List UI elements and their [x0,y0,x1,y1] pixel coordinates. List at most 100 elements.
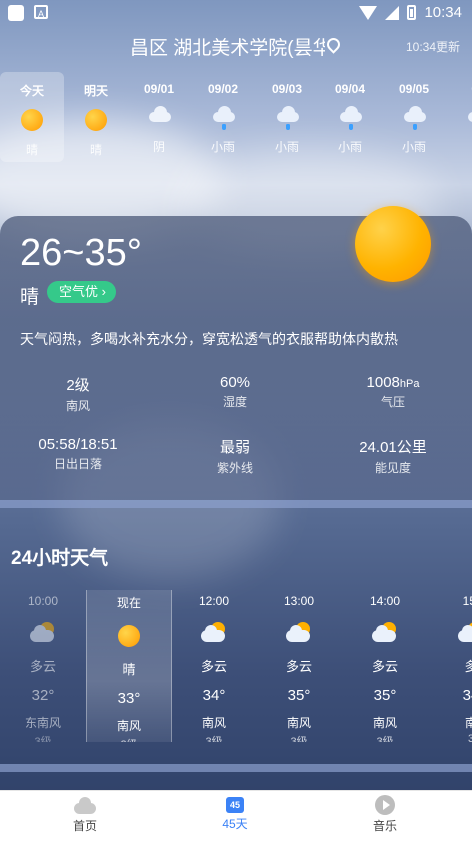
sun-icon [118,625,140,647]
day-label: 09/01 [143,82,175,96]
day-weather: 晴 [25,143,38,157]
signal-icon [385,5,400,20]
day-item[interactable]: 明天 晴 [64,72,128,162]
hourly-forecast-strip[interactable]: 10:00 多云 32° 东南风 3级 现在 晴 33° 南风 2级 12:00… [0,590,472,742]
hour-item: 12:00 多云 34° 南风 3级 [171,590,257,742]
hour-temp: 35° [373,687,397,704]
day-label: 09/05 [398,82,430,96]
light-rain-icon [338,106,364,130]
home-cloud-icon [73,795,97,815]
nav-home[interactable]: 首页 [35,795,135,834]
hour-wind: 南风 [286,716,311,730]
light-rain-icon [466,106,472,130]
day-item[interactable]: 今天 晴 [0,72,64,162]
nav-music[interactable]: 音乐 [335,795,435,834]
hour-wind: 南风 [372,716,397,730]
hour-wind: 南风 [201,716,226,730]
clock: 10:34 [424,4,462,21]
hour-temp: 32° [31,687,55,704]
hourly-section-title: 24小时天气 [11,548,109,569]
nav-label: 45天 [222,817,248,831]
bottom-navigation: 首页 45 45天 音乐 [0,790,472,841]
nav-45-days[interactable]: 45 45天 [185,795,285,832]
day-label: 09/03 [271,82,303,96]
hour-weather: 多云 [285,659,312,674]
hour-item: 13:00 多云 35° 南风 3级 [256,590,342,742]
section-divider [0,500,472,508]
wifi-icon [359,5,378,20]
battery-icon [407,5,417,20]
app-notification-icon: A [34,5,48,19]
partly-cloudy-icon [458,622,472,644]
hour-wind-level: 3级 [290,736,308,742]
status-bar: A 10:34 [0,0,472,26]
metric-value: 最弱 [219,439,250,456]
metric-label: 南风 [65,399,90,413]
hour-temp: 35° [287,687,311,704]
hour-temp: 33° [117,690,141,707]
metric-unit: hPa [399,378,420,390]
day-item[interactable]: 09/01 阴 [127,72,191,162]
nav-label: 音乐 [372,819,397,833]
day-item[interactable]: 09 小 [446,72,472,162]
metric-value: 2级 [66,377,90,394]
hour-weather: 多 [464,659,472,674]
metric-value: 24.01公里 [359,439,427,456]
day-item[interactable]: 09/05 小雨 [382,72,446,162]
hour-time: 15: [462,594,472,608]
hour-time: 现在 [116,596,141,610]
hour-item-now: 现在 晴 33° 南风 2级 [86,590,172,742]
metric-pressure: 1008hPa 气压 [318,374,468,410]
day-label: 09/02 [207,82,239,96]
weather-tip: 天气闷热，多喝水补充水分，穿宽松透气的衣服帮助体内散热 [20,331,398,347]
metric-sunrise-sunset: 05:58/18:51 日出日落 [3,436,153,472]
metric-wind: 2级 南风 [3,374,153,414]
hour-item: 15: 多 34 南 3 [428,590,472,742]
daily-forecast-strip[interactable]: 今天 晴 明天 晴 09/01 阴 09/02 小雨 09/03 小雨 09/0… [0,72,472,164]
day-item[interactable]: 09/03 小雨 [255,72,319,162]
day-weather: 晴 [89,143,102,157]
weather-condition: 晴 [20,287,40,308]
hour-wind: 东南风 [24,716,61,730]
cloud-icon [147,106,173,122]
location-pin-icon[interactable] [324,35,343,54]
location-name[interactable]: 昌区 湖北美术学院(昙华 [130,33,325,60]
calendar-45-icon: 45 [226,797,244,813]
partly-cloudy-icon [286,622,312,644]
hour-weather: 多云 [29,659,56,674]
day-weather: 小雨 [401,140,426,154]
location-header: 昌区 湖北美术学院(昙华 10:34更新 [0,30,472,60]
hour-time: 12:00 [198,594,230,608]
hour-time: 13:00 [283,594,315,608]
hour-weather: 多云 [371,659,398,674]
metric-value: 05:58/18:51 [38,436,118,453]
hour-wind: 南风 [116,719,141,733]
hour-wind-level: 3级 [34,736,52,742]
day-label: 今天 [19,84,44,98]
metric-label: 紫外线 [216,461,253,475]
metric-value: 1008 [366,374,400,391]
partly-cloudy-icon [372,622,398,644]
partly-cloudy-icon [201,622,227,644]
notification-icon [8,5,24,21]
hour-weather: 晴 [122,662,136,677]
day-label: 09 [446,82,472,96]
hour-time: 14:00 [369,594,401,608]
metric-label: 气压 [380,395,405,409]
metric-uv: 最弱 紫外线 [160,436,310,476]
hour-wind-level: 3 [467,733,472,742]
metric-value: 60% [219,374,251,391]
day-weather: 阴 [152,140,165,154]
music-play-icon [375,795,395,815]
light-rain-icon [275,106,301,130]
partly-cloudy-icon [30,622,56,644]
day-item[interactable]: 09/02 小雨 [191,72,255,162]
day-item[interactable]: 09/04 小雨 [318,72,382,162]
nav-label: 首页 [72,819,97,833]
metric-visibility: 24.01公里 能见度 [318,436,468,476]
temperature-range: 26~35° [20,232,142,274]
air-quality-badge[interactable]: 空气优 › [47,281,116,303]
section-divider [0,764,472,772]
light-rain-icon [211,106,237,130]
metric-label: 能见度 [374,461,411,475]
